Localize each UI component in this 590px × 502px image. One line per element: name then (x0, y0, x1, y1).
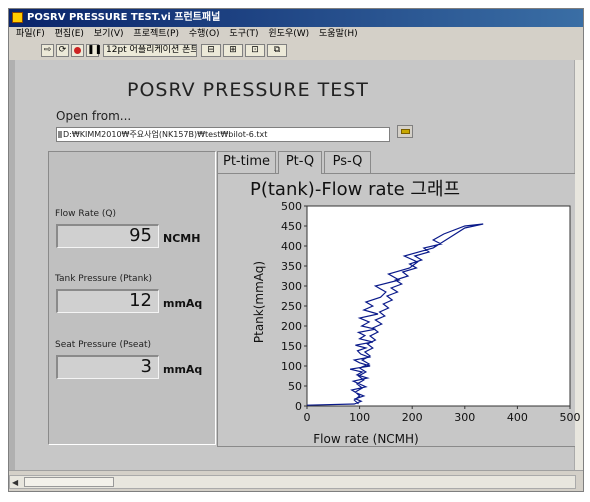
plot-area (306, 205, 571, 407)
y-tick-label: 150 (281, 340, 302, 353)
toolbar: ⇨ ⟳ ❚❚ 12pt 어플리케이션 폰트 ▾ ⊟ ⊞ ⊡ ⧉ (9, 42, 583, 61)
menu-tools[interactable]: 도구(T) (229, 27, 258, 42)
menu-edit[interactable]: 편집(E) (55, 27, 84, 42)
menu-help[interactable]: 도움말(H) (319, 27, 358, 42)
browse-button[interactable] (397, 125, 413, 138)
y-tick-label: 400 (281, 240, 302, 253)
menu-project[interactable]: 프로젝트(P) (133, 27, 179, 42)
tab-ps-q[interactable]: Ps-Q (324, 151, 371, 173)
resize-objects-icon[interactable]: ⊡ (245, 44, 265, 57)
x-tick-label: 100 (349, 411, 370, 424)
pause-icon[interactable]: ❚❚ (86, 44, 102, 57)
title-bar: POSRV PRESSURE TEST.vi 프런트패널 (9, 9, 583, 27)
y-tick-label: 350 (281, 260, 302, 273)
tank-pressure-unit: mmAq (163, 297, 203, 310)
menu-operate[interactable]: 수행(O) (189, 27, 220, 42)
flow-rate-unit: NCMH (163, 232, 201, 245)
horizontal-scrollbar[interactable]: ◀ (9, 475, 576, 489)
menu-bar: 파일(F) 편집(E) 보기(V) 프로젝트(P) 수행(O) 도구(T) 윈도… (9, 27, 583, 42)
open-from-label: Open from... (56, 109, 132, 123)
x-tick-label: 300 (454, 411, 475, 424)
x-tick-label: 200 (402, 411, 423, 424)
vertical-scrollbar[interactable] (574, 60, 583, 470)
path-type-icon (58, 131, 62, 138)
run-continuously-icon[interactable]: ⟳ (56, 44, 69, 57)
pt-q-chart: 0 100 200 300 400 500 0 50 100 150 200 250 300 350 400… (252, 200, 581, 446)
axes (304, 205, 571, 409)
tab-pt-q[interactable]: Pt-Q (278, 151, 322, 174)
x-axis-label: Flow rate (NCMH) (313, 432, 419, 446)
flow-rate-label: Flow Rate (Q) (55, 209, 117, 219)
tab-pt-time[interactable]: Pt-time (217, 151, 276, 173)
align-objects-icon[interactable]: ⊟ (201, 44, 221, 57)
file-path-input[interactable]: D:₩KIMM2010₩주요사업(NK157B)₩test₩bilot-6.tx… (56, 127, 390, 142)
seat-pressure-unit: mmAq (163, 363, 203, 376)
folder-icon (401, 129, 410, 134)
y-tick-label: 300 (281, 280, 302, 293)
scroll-left-icon[interactable]: ◀ (12, 478, 18, 487)
seat-pressure-label: Seat Pressure (Pseat) (55, 340, 152, 350)
x-tick-label: 400 (507, 411, 528, 424)
app-window: POSRV PRESSURE TEST.vi 프런트패널 파일(F) 편집(E)… (8, 8, 584, 492)
panel-edge (9, 60, 15, 470)
labview-icon (12, 12, 23, 23)
y-tick-label: 100 (281, 360, 302, 373)
y-tick-label: 0 (295, 400, 302, 413)
y-tick-label: 50 (288, 380, 302, 393)
reorder-icon[interactable]: ⧉ (267, 44, 287, 57)
tank-pressure-label: Tank Pressure (Ptank) (55, 274, 153, 284)
y-tick-label: 500 (281, 200, 302, 213)
x-tick-label: 0 (304, 411, 311, 424)
file-path-value: D:₩KIMM2010₩주요사업(NK157B)₩test₩bilot-6.tx… (63, 130, 268, 139)
font-select[interactable]: 12pt 어플리케이션 폰트 ▾ (103, 44, 197, 57)
y-tick-label: 450 (281, 220, 302, 233)
status-bar: ◀ (9, 470, 583, 491)
menu-view[interactable]: 보기(V) (94, 27, 124, 42)
abort-icon[interactable] (71, 44, 84, 57)
window-title: POSRV PRESSURE TEST.vi 프런트패널 (27, 12, 221, 23)
indicator-panel: Flow Rate (Q) 95 NCMH Tank Pressure (Pta… (48, 151, 216, 445)
y-axis-label: Ptank(mmAq) (252, 261, 266, 343)
menu-window[interactable]: 윈도우(W) (268, 27, 309, 42)
page-title: POSRV PRESSURE TEST (127, 79, 369, 101)
font-select-value: 12pt 어플리케이션 폰트 (106, 45, 197, 55)
scroll-thumb[interactable] (24, 477, 114, 487)
tank-pressure-indicator: 12 (56, 289, 159, 313)
run-arrow-icon[interactable]: ⇨ (41, 44, 54, 57)
flow-rate-indicator: 95 (56, 224, 159, 248)
y-tick-label: 250 (281, 300, 302, 313)
menu-file[interactable]: 파일(F) (16, 27, 45, 42)
y-tick-label: 200 (281, 320, 302, 333)
seat-pressure-indicator: 3 (56, 355, 159, 379)
x-tick-label: 500 (560, 411, 581, 424)
distribute-objects-icon[interactable]: ⊞ (223, 44, 243, 57)
